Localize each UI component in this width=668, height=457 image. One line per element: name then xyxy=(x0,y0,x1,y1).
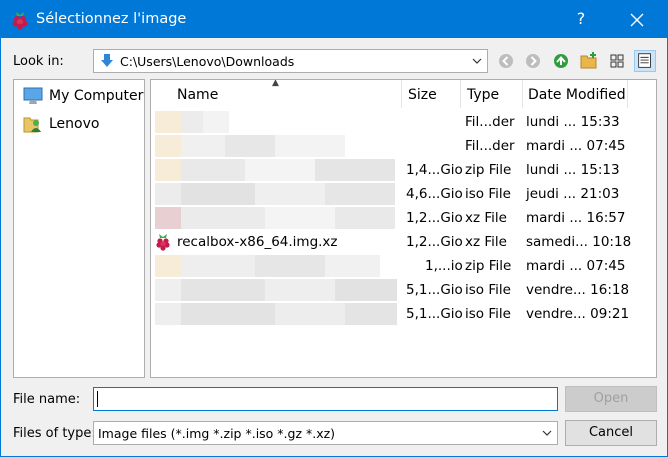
column-type[interactable]: Type xyxy=(467,87,499,103)
computer-icon xyxy=(23,87,43,104)
table-row[interactable]: 5,1...Gio iso File vendre... 09:21 xyxy=(151,302,656,326)
column-divider[interactable] xyxy=(627,80,628,108)
file-date: mardi ... 07:45 xyxy=(526,258,626,274)
file-list: ▲ Name Size Type Date Modified Fil...der… xyxy=(150,79,657,378)
redacted-name xyxy=(155,111,229,133)
table-row[interactable]: 1,...io zip File mardi ... 07:45 xyxy=(151,254,656,278)
user-folder-icon xyxy=(23,117,41,133)
cancel-button[interactable]: Cancel xyxy=(565,420,657,446)
redacted-name xyxy=(155,255,380,277)
forward-icon[interactable] xyxy=(522,50,544,72)
window-title: Sélectionnez l'image xyxy=(36,11,187,27)
close-icon[interactable] xyxy=(622,6,652,34)
sidebar-item-my-computer[interactable]: My Computer xyxy=(20,84,144,108)
file-size: 5,1...Gio xyxy=(406,282,463,298)
look-in-combo[interactable]: C:\Users\Lenovo\Downloads xyxy=(93,49,488,73)
files-of-type-select[interactable]: Image files (*.img *.zip *.iso *.gz *.xz… xyxy=(93,421,558,445)
help-button[interactable]: ? xyxy=(571,9,591,28)
file-type: iso File xyxy=(465,186,511,202)
file-size: 1,4...Gio xyxy=(406,162,463,178)
sort-ascending-icon: ▲ xyxy=(272,79,279,88)
file-type: zip File xyxy=(465,258,512,274)
file-date: lundi ... 15:13 xyxy=(526,162,620,178)
file-date: jeudi ... 21:03 xyxy=(526,186,620,202)
downloads-arrow-icon xyxy=(101,54,113,67)
file-size: 1,2...Gio xyxy=(406,234,463,250)
sidebar-item-label: Lenovo xyxy=(49,116,100,132)
table-row[interactable]: 1,4...Gio zip File lundi ... 15:13 xyxy=(151,158,656,182)
file-dialog: Sélectionnez l'image ? Look in: C:\Users… xyxy=(0,0,668,457)
redacted-name xyxy=(155,207,395,229)
files-of-type-label: Files of type: xyxy=(13,426,96,441)
look-in-label: Look in: xyxy=(13,54,64,69)
chevron-down-icon xyxy=(472,58,482,64)
redacted-name xyxy=(155,135,345,157)
open-button[interactable]: Open xyxy=(565,386,657,412)
file-date: mardi ... 07:45 xyxy=(526,138,626,154)
files-of-type-value: Image files (*.img *.zip *.iso *.gz *.xz… xyxy=(98,426,336,441)
file-date: samedi... 10:18 xyxy=(526,234,632,250)
file-size: 4,6...Gio xyxy=(406,186,463,202)
table-row[interactable]: Fil...der lundi ... 15:33 xyxy=(151,110,656,134)
back-icon[interactable] xyxy=(495,50,517,72)
file-size: 1,2...Gio xyxy=(406,210,463,226)
file-type: Fil...der xyxy=(465,114,515,130)
sidebar-item-label: My Computer xyxy=(49,88,144,104)
sidebar: My Computer Lenovo xyxy=(13,79,145,378)
new-folder-icon[interactable] xyxy=(578,50,600,72)
redacted-name xyxy=(155,279,397,301)
column-divider[interactable] xyxy=(401,80,402,108)
redacted-name xyxy=(155,183,395,205)
file-type: xz File xyxy=(465,234,507,250)
column-name[interactable]: Name xyxy=(177,87,218,103)
file-name-input[interactable] xyxy=(93,387,558,411)
file-name: recalbox-x86_64.img.xz xyxy=(177,234,338,250)
table-row[interactable]: 1,2...Gio xz File mardi ... 16:57 xyxy=(151,206,656,230)
file-date: vendre... 09:21 xyxy=(526,306,630,322)
file-type: xz File xyxy=(465,210,507,226)
column-divider[interactable] xyxy=(460,80,461,108)
file-date: lundi ... 15:33 xyxy=(526,114,620,130)
file-date: mardi ... 16:57 xyxy=(526,210,626,226)
file-name-label: File name: xyxy=(13,392,81,407)
redacted-name xyxy=(155,303,397,325)
text-caret xyxy=(97,391,98,407)
file-type: Fil...der xyxy=(465,138,515,154)
list-view-icon[interactable] xyxy=(606,50,628,72)
raspberry-icon xyxy=(12,12,28,30)
sidebar-item-lenovo[interactable]: Lenovo xyxy=(20,112,144,136)
file-size: 1,...io xyxy=(425,258,463,274)
table-row[interactable]: 5,1...Gio iso File vendre... 16:18 xyxy=(151,278,656,302)
column-header: ▲ Name Size Type Date Modified xyxy=(151,80,656,108)
file-type: iso File xyxy=(465,306,511,322)
up-folder-icon[interactable] xyxy=(550,50,572,72)
file-date: vendre... 16:18 xyxy=(526,282,630,298)
table-row[interactable]: recalbox-x86_64.img.xz 1,2...Gio xz File… xyxy=(151,230,656,254)
table-row[interactable]: 4,6...Gio iso File jeudi ... 21:03 xyxy=(151,182,656,206)
column-divider[interactable] xyxy=(522,80,523,108)
raspberry-icon xyxy=(156,234,170,251)
file-type: iso File xyxy=(465,282,511,298)
look-in-path: C:\Users\Lenovo\Downloads xyxy=(120,54,295,69)
redacted-name xyxy=(155,159,395,181)
title-bar: Sélectionnez l'image ? xyxy=(1,1,667,38)
detail-view-icon[interactable] xyxy=(634,50,656,72)
chevron-down-icon xyxy=(542,430,552,436)
file-type: zip File xyxy=(465,162,512,178)
column-size[interactable]: Size xyxy=(408,87,437,103)
table-row[interactable]: Fil...der mardi ... 07:45 xyxy=(151,134,656,158)
column-date-modified[interactable]: Date Modified xyxy=(528,87,626,103)
file-size: 5,1...Gio xyxy=(406,306,463,322)
